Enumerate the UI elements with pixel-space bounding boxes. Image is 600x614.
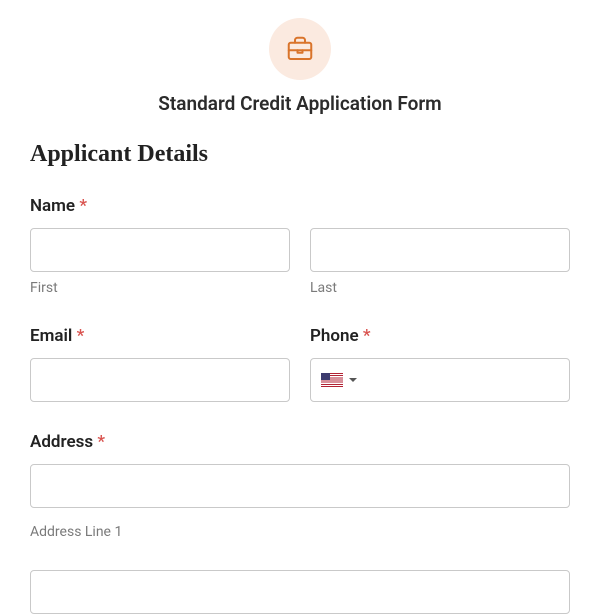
form-title: Standard Credit Application Form [30,92,570,115]
required-marker: * [77,326,85,346]
required-marker: * [79,196,87,216]
email-input[interactable] [30,358,290,402]
last-name-sublabel: Last [310,280,570,296]
phone-label: Phone * [310,326,570,346]
address-line1-sublabel: Address Line 1 [30,524,570,540]
section-heading: Applicant Details [30,141,570,168]
required-marker: * [97,432,105,452]
address-line1-input[interactable] [30,464,570,508]
us-flag-icon[interactable] [321,373,343,387]
briefcase-icon [285,34,315,64]
first-name-sublabel: First [30,280,290,296]
name-label: Name * [30,196,570,216]
last-name-input[interactable] [310,228,570,272]
phone-input[interactable] [310,358,570,402]
address-label: Address * [30,432,570,452]
required-marker: * [363,326,371,346]
email-label: Email * [30,326,290,346]
chevron-down-icon[interactable] [349,378,357,382]
address-line2-input[interactable] [30,570,570,614]
first-name-input[interactable] [30,228,290,272]
form-icon-badge [269,18,331,80]
